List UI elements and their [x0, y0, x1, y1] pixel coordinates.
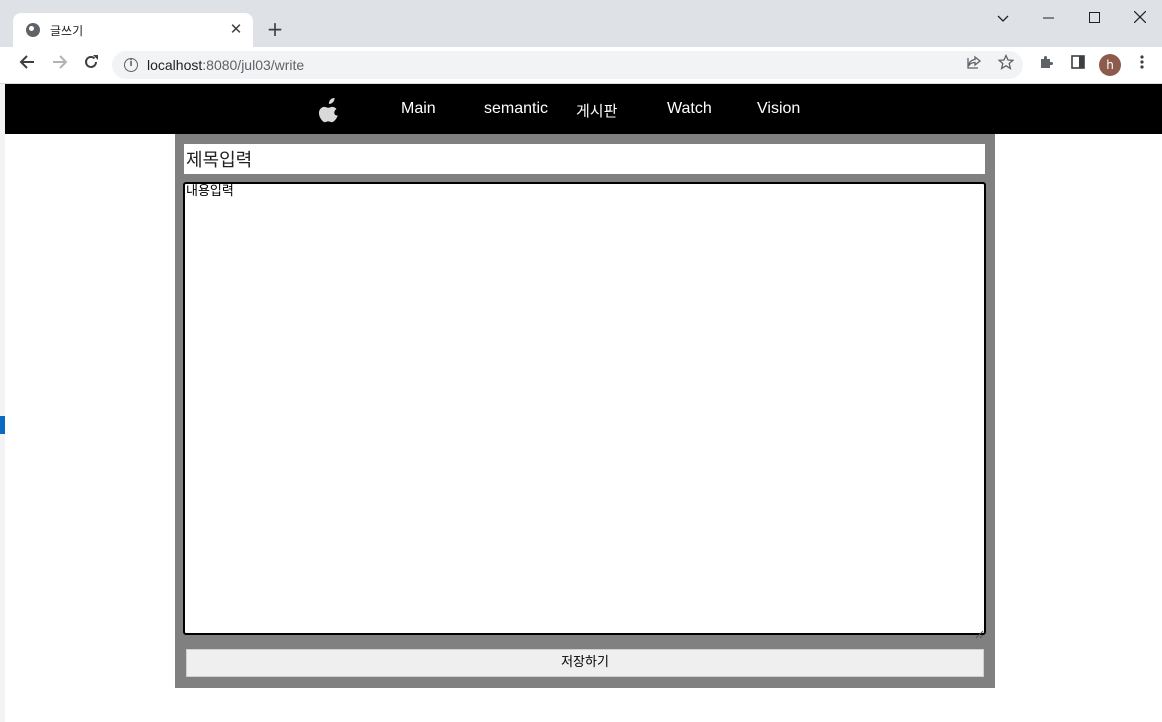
chevron-down-icon[interactable] — [980, 0, 1026, 36]
address-bar[interactable]: i localhost:8080/jul03/write — [112, 51, 1023, 79]
nav-link-main[interactable]: Main — [401, 100, 436, 118]
save-button[interactable]: 저장하기 — [186, 649, 984, 677]
browser-tab[interactable]: 글쓰기 ✕ — [13, 13, 253, 47]
nav-link-watch[interactable]: Watch — [667, 100, 712, 118]
nav-link-board[interactable]: 게시판 — [576, 100, 617, 121]
page-viewport: Main semantic 게시판 Watch Vision 내용입력 저장하기 — [5, 84, 1162, 722]
nav-link-vision[interactable]: Vision — [757, 100, 800, 118]
resize-grip-icon[interactable] — [975, 624, 984, 639]
maximize-icon[interactable] — [1071, 0, 1117, 36]
window-close-icon[interactable] — [1117, 0, 1162, 36]
plus-icon[interactable]: + — [263, 17, 287, 41]
forward-arrow-icon[interactable] — [47, 52, 73, 78]
site-nav: Main semantic 게시판 Watch Vision — [5, 84, 1162, 134]
url-text: localhost:8080/jul03/write — [147, 57, 304, 73]
avatar[interactable]: h — [1099, 54, 1121, 76]
close-icon[interactable]: ✕ — [227, 20, 245, 38]
url-path: :8080/jul03/write — [202, 57, 305, 73]
reload-icon[interactable] — [78, 52, 104, 78]
browser-toolbar: i localhost:8080/jul03/write h — [0, 47, 1162, 84]
star-icon[interactable] — [995, 53, 1017, 76]
content-textarea[interactable]: 내용입력 — [183, 182, 986, 635]
minimize-icon[interactable] — [1025, 0, 1071, 36]
nav-link-semantic[interactable]: semantic — [484, 100, 548, 118]
side-panel-icon[interactable] — [1066, 53, 1090, 77]
back-arrow-icon[interactable] — [14, 52, 40, 78]
tab-title: 글쓰기 — [50, 24, 84, 38]
title-input[interactable] — [184, 144, 985, 174]
menu-icon[interactable] — [1130, 53, 1154, 77]
apple-logo-icon[interactable] — [318, 97, 342, 123]
url-host: localhost — [147, 57, 203, 73]
tab-strip: 글쓰기 ✕ + — [0, 0, 1162, 47]
puzzle-icon[interactable] — [1034, 53, 1058, 77]
share-icon[interactable] — [963, 54, 985, 76]
write-form: 내용입력 저장하기 — [175, 134, 995, 688]
globe-icon — [26, 23, 40, 37]
info-icon[interactable]: i — [124, 58, 138, 72]
